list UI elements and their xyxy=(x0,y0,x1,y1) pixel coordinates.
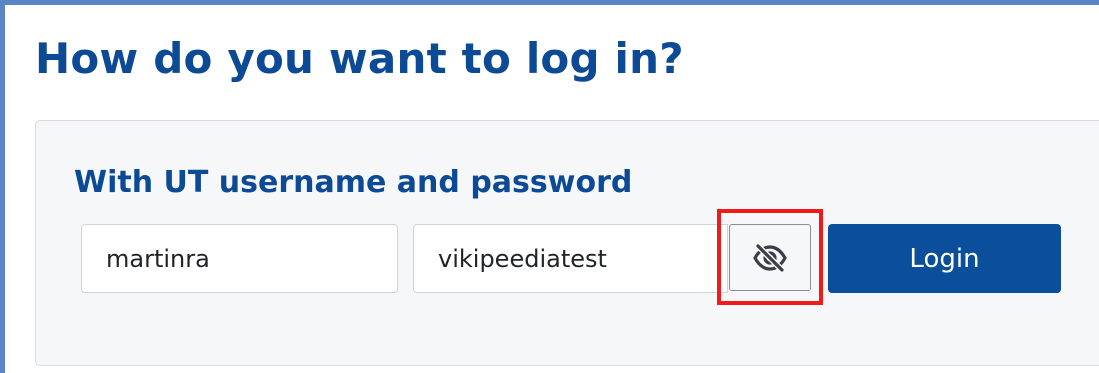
password-visibility-toggle-button[interactable] xyxy=(729,224,811,291)
login-method-title: With UT username and password xyxy=(74,165,633,200)
highlight-box xyxy=(717,209,823,305)
username-input[interactable] xyxy=(81,224,398,293)
page-title: How do you want to log in? xyxy=(35,34,684,83)
login-button[interactable]: Login xyxy=(828,224,1061,293)
login-panel: With UT username and password Login xyxy=(35,120,1099,366)
password-input[interactable] xyxy=(413,224,728,293)
page-frame: How do you want to log in? With UT usern… xyxy=(0,0,1099,373)
eye-slash-icon xyxy=(753,242,787,273)
